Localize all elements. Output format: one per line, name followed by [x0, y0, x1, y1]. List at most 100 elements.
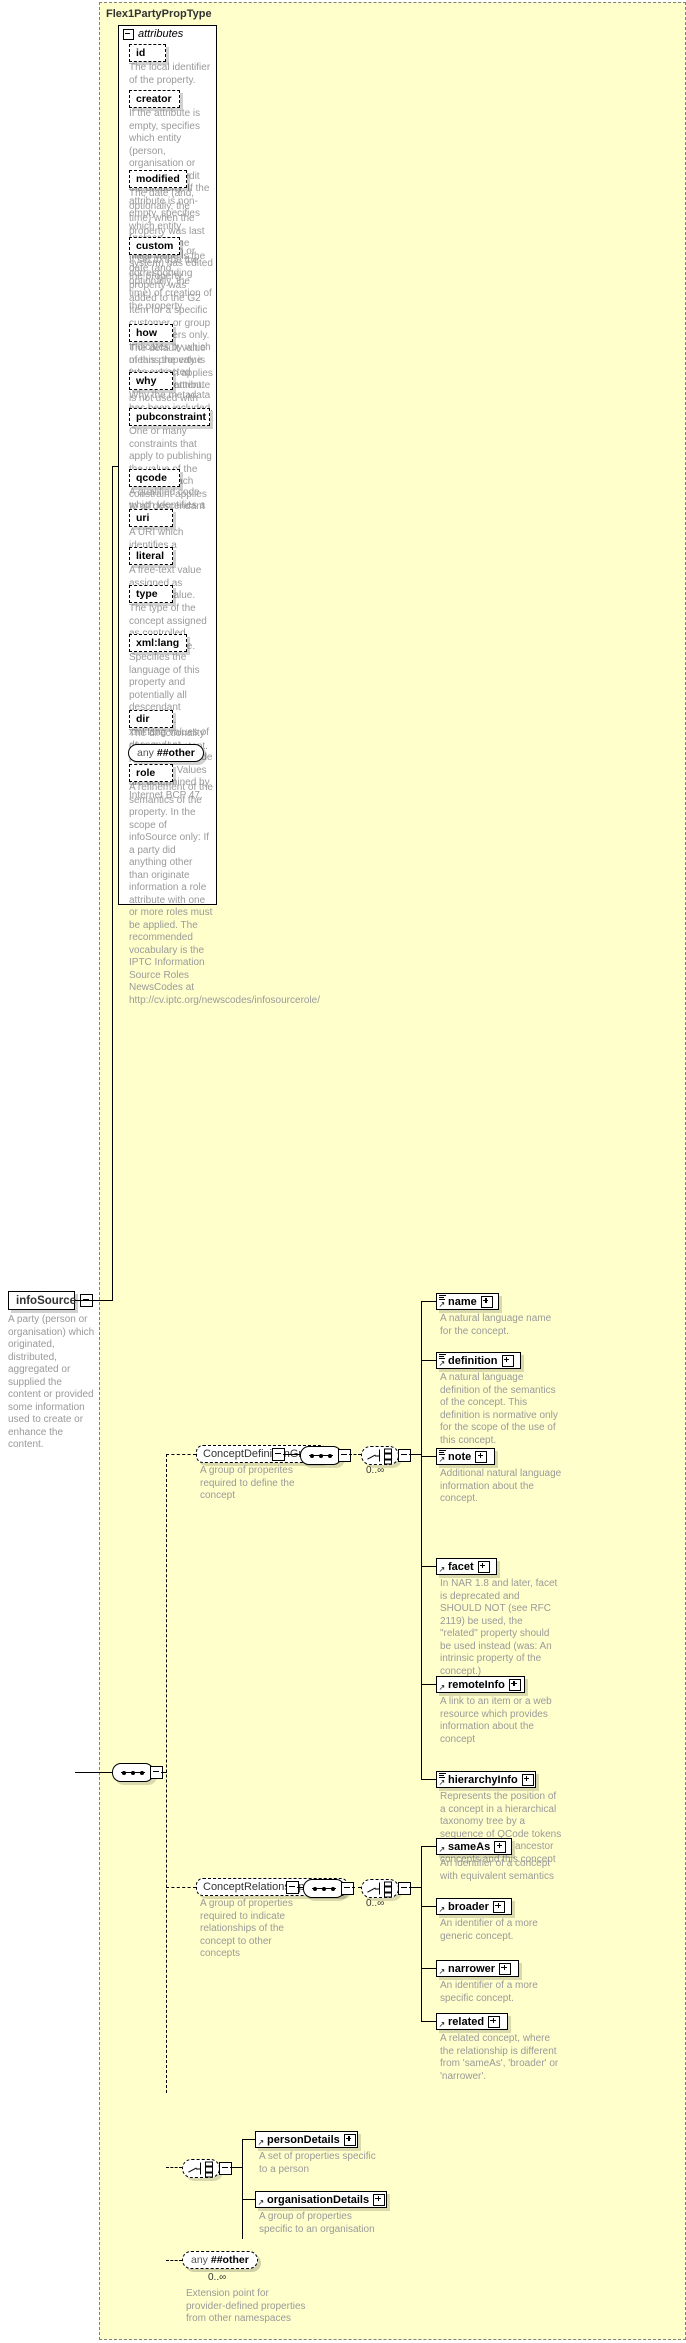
connector	[349, 1454, 361, 1455]
element-note[interactable]: note ↗	[436, 1448, 495, 1465]
element-desc-sameas: An identifier of a concept with equivale…	[440, 1858, 554, 1882]
type-title: Flex1PartyPropType	[106, 8, 212, 20]
expand-icon[interactable]	[499, 1962, 512, 1975]
attribute-chip-id[interactable]: id	[129, 44, 166, 62]
expand-icon[interactable]	[488, 2015, 501, 2028]
attribute-chip-why[interactable]: why	[129, 372, 173, 390]
element-broader[interactable]: broader ↗	[436, 1898, 512, 1915]
root-element-infosource[interactable]: infoSource	[8, 1291, 94, 1310]
connector	[421, 1684, 436, 1685]
expand-icon[interactable]	[501, 1354, 514, 1367]
sequence-compositor-cdg[interactable]	[300, 1446, 342, 1465]
connector	[421, 1968, 436, 1969]
connector	[242, 2139, 255, 2140]
connector	[352, 1887, 361, 1888]
choice-compositor-details[interactable]	[182, 2159, 220, 2178]
attribute-chip-creator[interactable]: creator	[129, 90, 180, 108]
connector	[421, 1301, 422, 1780]
element-definition[interactable]: definition ↗	[436, 1352, 521, 1369]
element-label: personDetails	[267, 2133, 340, 2146]
attribute-chip-uri[interactable]: uri	[129, 509, 173, 527]
derived-arrow-icon: ↗	[438, 1845, 446, 1854]
connector	[112, 466, 118, 467]
derived-arrow-icon: ↗	[257, 2138, 265, 2147]
expand-icon[interactable]	[508, 1678, 521, 1691]
connector	[409, 1454, 421, 1455]
expand-icon[interactable]	[492, 1900, 505, 1913]
expand-icon[interactable]	[373, 2193, 386, 2206]
element-desc-note: Additional natural language information …	[440, 1468, 562, 1504]
expand-icon[interactable]	[521, 1773, 534, 1786]
element-desc-facet: In NAR 1.8 and later, facet is deprecate…	[440, 1578, 558, 1677]
attribute-chip-pubconstraint[interactable]: pubconstraint	[129, 408, 210, 426]
element-desc-definition: A natural language definition of the sem…	[440, 1372, 558, 1446]
element-related[interactable]: related ↗	[436, 2013, 508, 2030]
any-namespace: ##other	[210, 2254, 249, 2266]
connector	[409, 1887, 421, 1888]
choice-compositor-cdg[interactable]	[361, 1446, 399, 1465]
derived-arrow-icon: ↗	[438, 1683, 446, 1692]
attribute-chip-dir[interactable]: dir	[129, 710, 173, 728]
element-organisationdetails[interactable]: organisationDetails ↗	[255, 2191, 387, 2208]
sequence-compositor-main[interactable]	[112, 1763, 154, 1782]
element-narrower[interactable]: narrower ↗	[436, 1960, 519, 1977]
choice-icon	[188, 2161, 214, 2178]
derived-arrow-icon: ↗	[438, 1905, 446, 1914]
connector	[421, 1846, 422, 2021]
group-desc-conceptdefinitiongroup: A group of properites required to define…	[200, 1465, 295, 1501]
element-sameas[interactable]: sameAs ↗	[436, 1838, 512, 1855]
expand-icon[interactable]	[343, 2133, 356, 2146]
attribute-chip-literal[interactable]: literal	[129, 547, 173, 565]
element-desc-related: A related concept, where the relationshi…	[440, 2033, 559, 2082]
connector	[421, 1301, 436, 1302]
expand-icon[interactable]	[477, 1560, 490, 1573]
connector	[161, 1772, 167, 1773]
derived-arrow-icon: ↗	[438, 1359, 446, 1368]
collapse-icon[interactable]	[341, 1882, 354, 1895]
collapse-icon[interactable]	[338, 1449, 351, 1462]
connector	[75, 1300, 112, 1301]
choice-compositor-crg[interactable]	[361, 1879, 399, 1898]
attribute-chip-qcode[interactable]: qcode	[129, 469, 180, 487]
connector	[166, 2260, 182, 2261]
collapse-icon[interactable]	[219, 2162, 232, 2175]
expand-icon[interactable]	[494, 1840, 507, 1853]
element-hierarchyinfo[interactable]: hierarchyInfo ↗	[436, 1771, 536, 1788]
attribute-any-other[interactable]: any ##other	[128, 744, 204, 762]
derived-arrow-icon: ↗	[257, 2198, 265, 2207]
element-name[interactable]: name ↗	[436, 1293, 499, 1310]
element-label: broader	[448, 1900, 489, 1913]
attribute-chip-custom[interactable]: custom	[129, 237, 180, 255]
attribute-chip-how[interactable]: how	[129, 324, 173, 342]
element-remoteinfo[interactable]: remoteInfo ↗	[436, 1676, 525, 1693]
derived-arrow-icon: ↗	[438, 2020, 446, 2029]
expand-icon[interactable]	[475, 1450, 488, 1463]
attribute-chip-type[interactable]: type	[129, 585, 173, 603]
connector	[421, 1360, 436, 1361]
element-any-other[interactable]: any ##other	[182, 2251, 258, 2269]
sequence-compositor-crg[interactable]	[303, 1879, 345, 1898]
attribute-chip-role[interactable]: role	[129, 764, 173, 782]
derived-arrow-icon: ↗	[438, 1300, 446, 1309]
sequence-icon	[309, 1453, 333, 1458]
element-facet[interactable]: facet ↗	[436, 1558, 497, 1575]
any-label: any	[191, 2254, 208, 2266]
collapse-icon[interactable]	[123, 28, 134, 40]
element-label: remoteInfo	[448, 1678, 505, 1691]
choice-icon	[367, 1881, 393, 1898]
element-desc-name: A natural language name for the concept.	[440, 1313, 552, 1337]
connector	[166, 1454, 167, 2093]
derived-arrow-icon: ↗	[438, 1778, 446, 1787]
expand-icon[interactable]	[480, 1295, 493, 1308]
attribute-chip-xmllang[interactable]: xml:lang	[129, 634, 187, 652]
sequence-icon	[312, 1886, 336, 1891]
element-label: hierarchyInfo	[448, 1773, 518, 1786]
collapse-icon[interactable]	[398, 1882, 411, 1895]
attributes-header[interactable]: attributes	[123, 28, 183, 40]
collapse-icon[interactable]	[398, 1449, 411, 1462]
root-element-desc: A party (person or organisation) which o…	[8, 1314, 95, 1450]
attribute-chip-modified[interactable]: modified	[129, 170, 187, 188]
element-desc-any: Extension point for provider-defined pro…	[186, 2288, 306, 2324]
element-persondetails[interactable]: personDetails ↗	[255, 2131, 358, 2148]
connector	[421, 1566, 436, 1567]
